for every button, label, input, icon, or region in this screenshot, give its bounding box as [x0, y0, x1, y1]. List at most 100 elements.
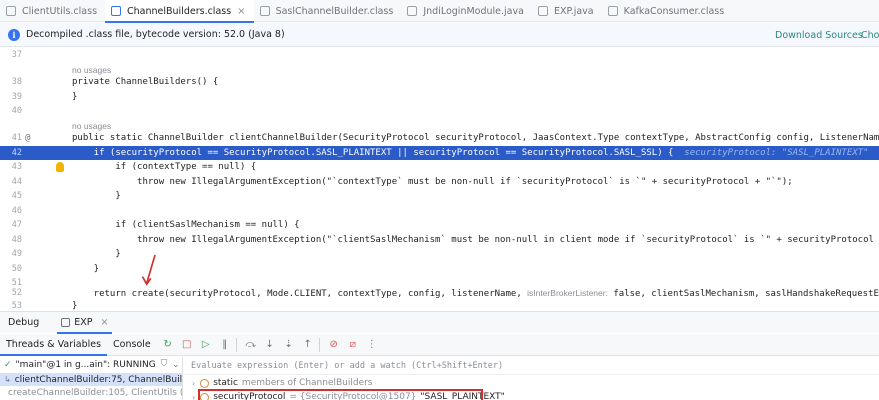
class-file-icon	[607, 6, 618, 16]
filter-icon[interactable]: ⛉	[158, 359, 170, 371]
code-segment: false, clientSaslMechanism, saslHandshak…	[607, 289, 879, 299]
code-segment: return create(securityProtocol, Mode.CLI…	[72, 289, 528, 299]
debug-tool-window-header: Debug EXP ×	[0, 311, 879, 334]
chevron-right-icon[interactable]: ›	[192, 379, 195, 388]
tab-label: KafkaConsumer.class	[623, 5, 725, 17]
stack-frame[interactable]: ↳ clientChannelBuilder:75, ChannelBuilde…	[0, 373, 182, 386]
close-icon[interactable]: ×	[237, 6, 245, 17]
tab-label: ClientUtils.class	[22, 5, 98, 17]
download-sources-link[interactable]: Download Sources	[775, 23, 863, 47]
line-number: 39	[11, 91, 22, 102]
tab-jndiloginmodule[interactable]: JndiLoginModule.java	[401, 0, 532, 22]
parameter-hint: isInterBrokerListener:	[527, 288, 608, 298]
java-file-icon	[407, 6, 418, 16]
code-text: }	[72, 263, 100, 274]
code-text: if (contextType == null) {	[72, 162, 257, 172]
frame-label: clientChannelBuilder:75, ChannelBuilders…	[14, 374, 183, 385]
code-line: 53}	[0, 299, 879, 310]
line-number: 43	[11, 162, 22, 172]
code-line: 38 private ChannelBuilders() {	[0, 75, 879, 90]
debug-session-tab[interactable]: EXP ×	[57, 312, 113, 334]
code-text: private ChannelBuilders() {	[72, 77, 219, 87]
code-line: 48 throw new IllegalArgumentException("`…	[0, 233, 879, 248]
chevron-down-icon[interactable]: ⌄	[172, 360, 182, 370]
code-line: 37	[0, 48, 879, 63]
pause-icon[interactable]: ‖	[217, 337, 233, 353]
check-icon: ✓	[4, 360, 12, 370]
banner-text: Decompiled .class file, bytecode version…	[26, 29, 285, 40]
highlight-box	[198, 389, 483, 400]
chevron-right-icon[interactable]: ›	[192, 393, 195, 400]
evaluate-expression-input[interactable]: Evaluate expression (Enter) or add a wat…	[184, 357, 879, 375]
resume-icon[interactable]: ▷	[198, 337, 214, 353]
step-out-icon[interactable]: ↑	[300, 337, 316, 353]
choose-sources-link[interactable]: Choo	[861, 23, 879, 47]
debug-toolbar: Threads & Variables Console ↻ □ ▷ ‖ ⤼ ↓ …	[0, 334, 879, 356]
step-into-icon[interactable]: ↓	[262, 337, 278, 353]
code-segment: if (securityProtocol == SecurityProtocol…	[72, 147, 674, 158]
view-breakpoints-icon[interactable]: ⊘	[326, 337, 342, 353]
code-line: 45 }	[0, 189, 879, 204]
more-icon[interactable]: ⋮	[364, 337, 380, 353]
stop-icon[interactable]: □	[179, 337, 195, 353]
code-editor[interactable]: 37 no usages 38 private ChannelBuilders()…	[0, 48, 879, 310]
line-number: 49	[11, 249, 22, 259]
variable-row[interactable]: › static members of ChannelBuilders	[184, 377, 879, 389]
force-step-into-icon[interactable]: ⇣	[281, 337, 297, 353]
thread-selector[interactable]: ✓ "main"@1 in g...ain": RUNNING ⛉ ⌄	[0, 357, 182, 373]
variable-detail: members of ChannelBuilders	[241, 378, 373, 388]
code-line: 50 }	[0, 262, 879, 277]
line-number: 45	[11, 191, 22, 201]
line-number: 44	[11, 176, 22, 187]
frame-label: createChannelBuilder:105, ClientUtils (o…	[8, 387, 183, 398]
code-text: throw new IllegalArgumentException("`cli…	[72, 234, 879, 245]
override-marker-icon[interactable]: @	[25, 131, 30, 146]
tab-saslchannelbuilder[interactable]: SaslChannelBuilder.class	[254, 0, 402, 22]
code-text: public static ChannelBuilder clientChann…	[72, 133, 879, 143]
step-over-icon[interactable]: ⤼	[243, 337, 259, 353]
tab-console[interactable]: Console	[107, 334, 157, 356]
code-text: }	[72, 191, 121, 201]
java-file-icon	[537, 6, 548, 16]
decompiled-banner: i Decompiled .class file, bytecode versi…	[0, 23, 879, 47]
editor-tab-bar: ClientUtils.class ChannelBuilders.class ×…	[0, 0, 879, 23]
tab-label: JndiLoginModule.java	[423, 5, 524, 17]
close-icon[interactable]: ×	[101, 317, 109, 328]
static-badge-icon	[200, 378, 210, 388]
stack-frame[interactable]: createChannelBuilder:105, ClientUtils (o…	[0, 386, 182, 399]
line-number: 40	[11, 106, 22, 116]
code-text: }	[72, 91, 78, 102]
line-number: 47	[11, 220, 22, 230]
toolbar-divider	[318, 337, 320, 352]
line-number: 53	[11, 301, 22, 310]
code-line: 44 throw new IllegalArgumentException("`…	[0, 175, 879, 190]
code-line: 43 if (contextType == null) {	[0, 160, 879, 175]
tab-label: ChannelBuilders.class	[127, 5, 232, 17]
tab-channelbuilders[interactable]: ChannelBuilders.class ×	[105, 0, 254, 23]
code-line: 49 }	[0, 247, 879, 262]
tab-kafkaconsumer[interactable]: KafkaConsumer.class	[602, 0, 733, 22]
info-icon: i	[8, 28, 20, 41]
class-file-icon	[111, 6, 122, 16]
mute-breakpoints-icon[interactable]: ⧄	[345, 337, 361, 353]
tab-exp[interactable]: EXP.java	[532, 0, 602, 22]
class-file-icon	[6, 6, 16, 16]
tab-clientutils[interactable]: ClientUtils.class	[0, 0, 105, 22]
code-text: }	[72, 301, 78, 310]
code-line: 39}	[0, 90, 879, 105]
intention-bulb-icon[interactable]	[56, 162, 64, 172]
tab-threads-variables[interactable]: Threads & Variables	[0, 334, 108, 356]
code-line: 41 @ public static ChannelBuilder clientCh…	[0, 131, 879, 146]
inline-debug-value: securityProtocol: "SASL_PLAINTEXT"	[684, 147, 869, 158]
variable-row[interactable]: › securityProtocol = {SecurityProtocol@1…	[184, 389, 879, 400]
tab-label: EXP.java	[553, 5, 594, 17]
variables-pane: Evaluate expression (Enter) or add a wat…	[184, 357, 879, 400]
session-label: EXP	[74, 317, 93, 328]
rerun-icon[interactable]: ↻	[160, 337, 176, 353]
class-file-icon	[259, 6, 270, 16]
frames-pane: ✓ "main"@1 in g...ain": RUNNING ⛉ ⌄ ↳ cl…	[0, 357, 183, 400]
line-number: 42	[11, 147, 22, 158]
code-line: 47 if (clientSaslMechanism == null) {	[0, 218, 879, 233]
thread-select-label: "main"@1 in g...ain": RUNNING	[15, 360, 156, 370]
line-number: 48	[11, 234, 22, 245]
